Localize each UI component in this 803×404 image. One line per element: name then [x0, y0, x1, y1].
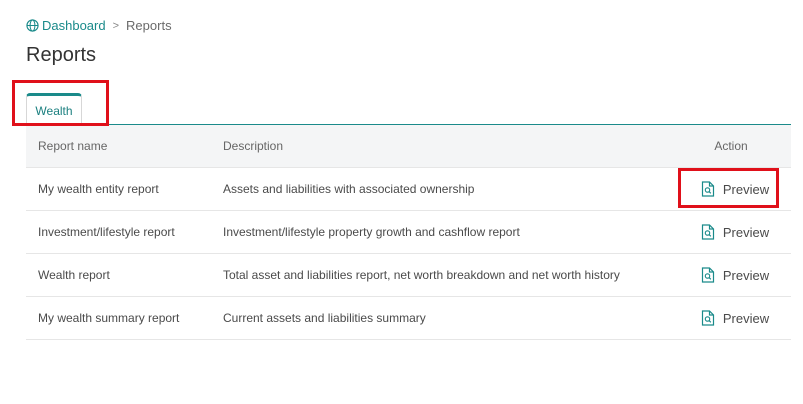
breadcrumb: Dashboard > Reports	[26, 18, 172, 33]
action-cell: Preview	[671, 310, 791, 326]
report-description: Total asset and liabilities report, net …	[223, 268, 620, 282]
report-description: Current assets and liabilities summary	[223, 311, 426, 325]
report-name: Wealth report	[38, 268, 110, 282]
action-cell: Preview	[671, 224, 791, 240]
preview-button[interactable]: Preview	[701, 267, 769, 283]
breadcrumb-dashboard-link[interactable]: Dashboard	[26, 18, 106, 33]
table-row: Investment/lifestyle report Investment/l…	[26, 211, 791, 254]
document-search-icon	[701, 267, 714, 283]
globe-icon	[26, 19, 39, 32]
header-action: Action	[714, 139, 748, 153]
preview-label: Preview	[722, 310, 770, 326]
table-row: My wealth entity report Assets and liabi…	[26, 168, 791, 211]
table-row: My wealth summary report Current assets …	[26, 297, 791, 340]
breadcrumb-dashboard-label: Dashboard	[42, 18, 106, 33]
document-search-icon	[701, 224, 714, 240]
report-name: My wealth summary report	[38, 311, 180, 325]
preview-button[interactable]: Preview	[701, 224, 769, 240]
report-description: Investment/lifestyle property growth and…	[223, 225, 520, 239]
breadcrumb-current: Reports	[126, 18, 172, 33]
preview-label: Preview	[722, 181, 770, 197]
document-search-icon	[701, 181, 714, 197]
report-name: Investment/lifestyle report	[38, 225, 175, 239]
report-description: Assets and liabilities with associated o…	[223, 182, 475, 196]
preview-label: Preview	[722, 224, 770, 240]
reports-table: Report name Description Action My wealth…	[26, 125, 791, 340]
document-search-icon	[701, 310, 714, 326]
header-report-name: Report name	[38, 139, 108, 153]
action-cell: Preview	[671, 267, 791, 283]
header-description: Description	[223, 139, 284, 153]
table-header: Report name Description Action	[26, 125, 791, 168]
tab-bar: Wealth	[26, 93, 82, 125]
preview-button[interactable]: Preview	[701, 310, 769, 326]
preview-label: Preview	[722, 267, 770, 283]
breadcrumb-separator: >	[112, 19, 120, 32]
tab-wealth[interactable]: Wealth	[26, 93, 82, 125]
table-row: Wealth report Total asset and liabilitie…	[26, 254, 791, 297]
action-cell: Preview	[671, 181, 791, 197]
reports-page: Dashboard > Reports Reports Wealth Repor…	[0, 0, 803, 404]
preview-button[interactable]: Preview	[701, 181, 769, 197]
report-name: My wealth entity report	[38, 182, 159, 196]
page-title: Reports	[26, 44, 97, 66]
